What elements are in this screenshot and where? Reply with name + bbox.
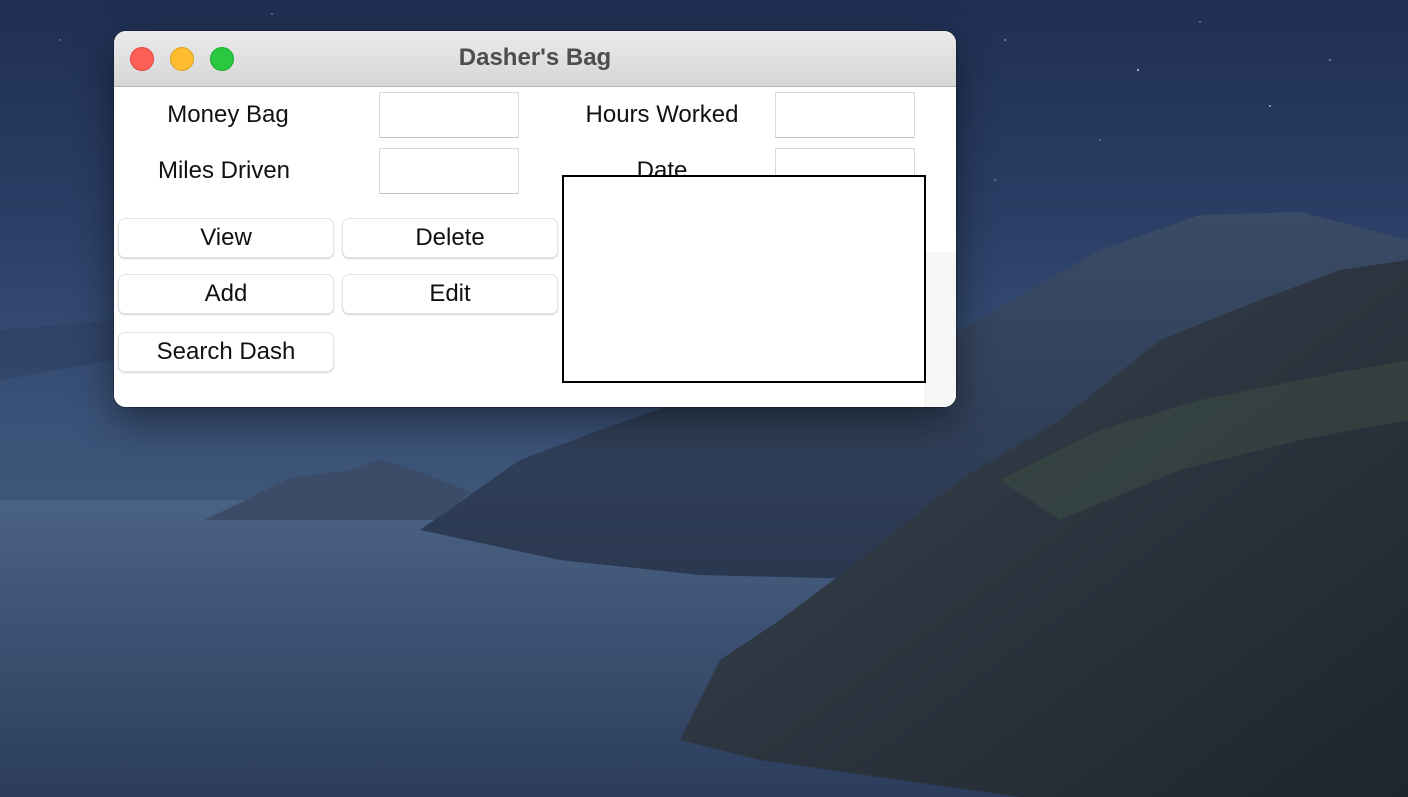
money-bag-input[interactable] <box>379 92 519 138</box>
scrollbar-track[interactable] <box>924 252 956 407</box>
window-title: Dasher's Bag <box>458 44 612 71</box>
miles-driven-label: Miles Driven <box>157 157 291 184</box>
add-button[interactable]: Add <box>118 274 334 314</box>
view-button[interactable]: View <box>118 218 334 258</box>
edit-button[interactable]: Edit <box>342 274 558 314</box>
money-bag-label: Money Bag <box>167 101 289 128</box>
results-listbox[interactable] <box>562 175 926 383</box>
hours-worked-label: Hours Worked <box>585 101 739 128</box>
miles-driven-input[interactable] <box>379 148 519 194</box>
hours-worked-input[interactable] <box>775 92 915 138</box>
app-window: Dasher's Bag Money Bag Hours Worked Mile… <box>114 31 956 407</box>
search-dash-button[interactable]: Search Dash <box>118 332 334 372</box>
delete-button[interactable]: Delete <box>342 218 558 258</box>
title-bar[interactable]: Dasher's Bag <box>114 31 956 87</box>
desktop: Dasher's Bag Money Bag Hours Worked Mile… <box>0 0 1408 797</box>
